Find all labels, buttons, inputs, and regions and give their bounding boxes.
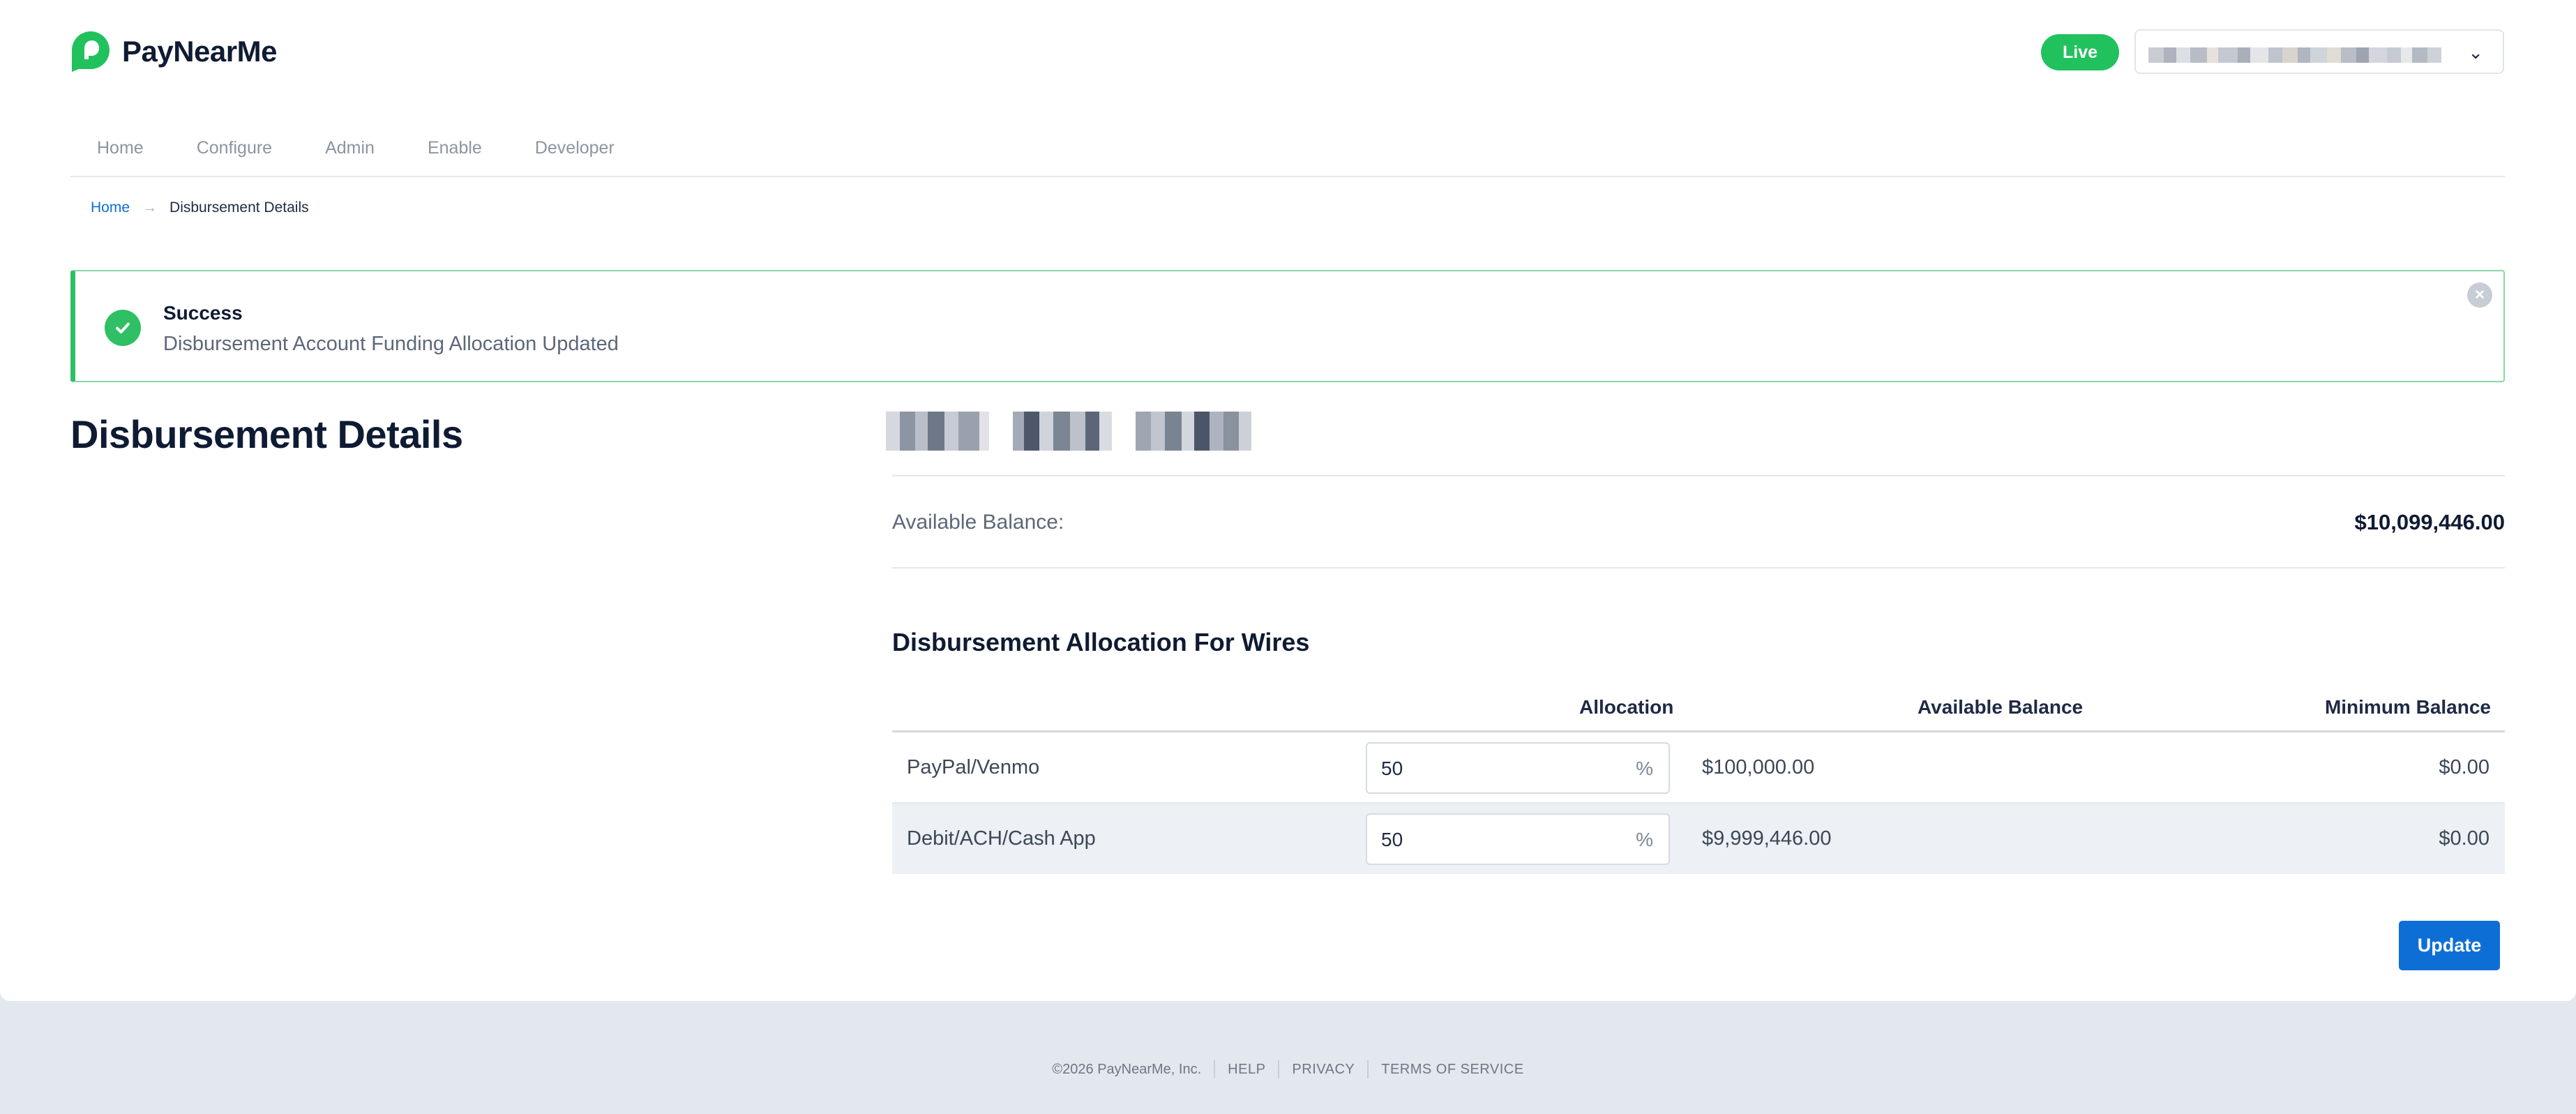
breadcrumb-current: Disbursement Details: [170, 200, 309, 216]
paynearme-logo-icon: [72, 31, 110, 72]
brand-name: PayNearMe: [122, 35, 277, 68]
allocation-section-title: Disbursement Allocation For Wires: [892, 628, 1310, 656]
available-balance-label: Available Balance:: [892, 511, 1064, 534]
allocation-input[interactable]: 50 %: [1366, 742, 1670, 794]
row-name: Debit/ACH/Cash App: [907, 827, 1096, 850]
nav-item-configure[interactable]: Configure: [197, 138, 272, 158]
footer-link-help[interactable]: HELP: [1228, 1062, 1265, 1078]
account-selector[interactable]: ⌄: [2134, 29, 2504, 74]
row-name: PayPal/Venmo: [907, 756, 1040, 778]
main-nav: Home Configure Admin Enable Developer: [70, 138, 641, 158]
percent-unit: %: [1636, 758, 1653, 779]
chevron-down-icon: ⌄: [2468, 42, 2483, 63]
table-row: Debit/ACH/Cash App 50 % $9,999,446.00 $0…: [892, 804, 2505, 874]
row-minimum-balance: $0.00: [2439, 827, 2490, 850]
nav-item-home[interactable]: Home: [97, 138, 144, 158]
column-header-minimum-balance: Minimum Balance: [2324, 696, 2491, 718]
allocation-value: 50: [1381, 829, 1403, 850]
divider: [892, 567, 2505, 569]
success-alert: Success Disbursement Account Funding All…: [70, 270, 2505, 382]
footer-separator: [1278, 1060, 1280, 1078]
footer-copyright: ©2026 PayNearMe, Inc.: [1052, 1061, 1202, 1077]
percent-unit: %: [1636, 829, 1653, 850]
divider: [892, 475, 2505, 476]
alert-message: Disbursement Account Funding Allocation …: [163, 333, 619, 355]
column-header-available-balance: Available Balance: [1918, 696, 2084, 718]
main-panel: PayNearMe Live ⌄ Home Configure Admin En…: [0, 0, 2576, 1001]
nav-item-admin[interactable]: Admin: [325, 138, 375, 158]
nav-item-developer[interactable]: Developer: [535, 138, 615, 158]
footer-link-privacy[interactable]: PRIVACY: [1292, 1062, 1355, 1078]
table-row: PayPal/Venmo 50 % $100,000.00 $0.00: [892, 732, 2505, 804]
brand-logo[interactable]: PayNearMe: [70, 30, 277, 73]
page-title: Disbursement Details: [70, 412, 463, 456]
footer: ©2026 PayNearMe, Inc. HELP PRIVACY TERMS…: [0, 1060, 2576, 1078]
allocation-input[interactable]: 50 %: [1366, 813, 1670, 865]
close-icon[interactable]: ×: [2467, 283, 2492, 308]
environment-badge[interactable]: Live: [2041, 34, 2119, 70]
row-minimum-balance: $0.00: [2439, 756, 2490, 778]
nav-divider: [70, 176, 2505, 177]
alert-title: Success: [163, 302, 243, 324]
footer-link-terms[interactable]: TERMS OF SERVICE: [1381, 1062, 1523, 1078]
update-button[interactable]: Update: [2399, 921, 2500, 970]
redacted-account-name: [2148, 47, 2441, 63]
allocation-value: 50: [1381, 758, 1403, 779]
column-header-allocation: Allocation: [1579, 696, 1674, 718]
footer-separator: [1367, 1060, 1369, 1078]
row-available-balance: $100,000.00: [1702, 756, 1815, 778]
row-available-balance: $9,999,446.00: [1702, 827, 1832, 850]
available-balance-value: $10,099,446.00: [2354, 510, 2506, 534]
breadcrumb-separator: →: [142, 200, 158, 216]
breadcrumb-home-link[interactable]: Home: [91, 200, 130, 216]
breadcrumb: Home → Disbursement Details: [91, 200, 309, 216]
redacted-account-heading: [886, 412, 1275, 451]
check-circle-icon: [105, 310, 141, 346]
footer-separator: [1214, 1060, 1216, 1078]
nav-item-enable[interactable]: Enable: [428, 138, 482, 158]
